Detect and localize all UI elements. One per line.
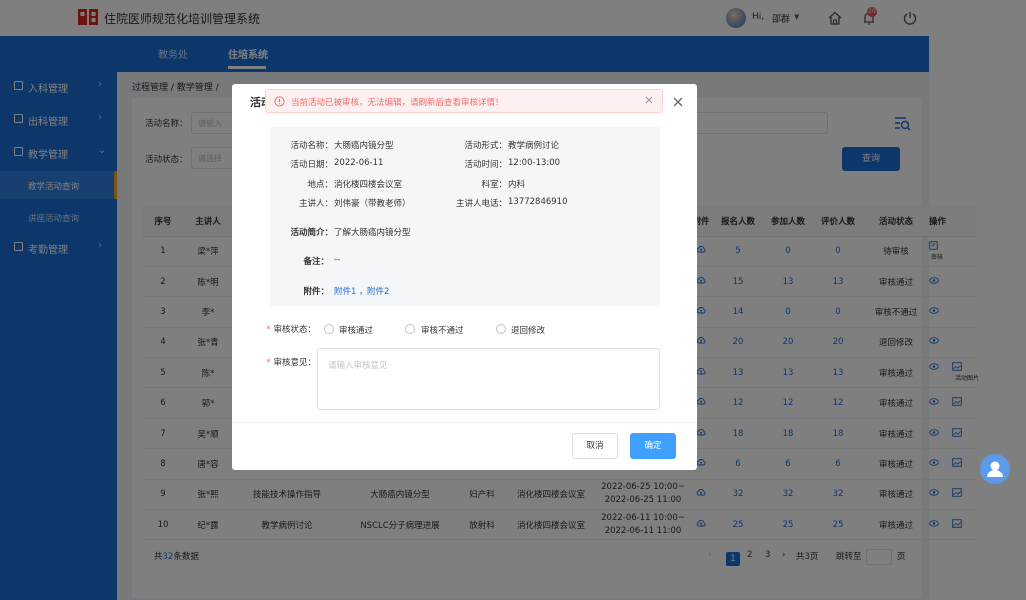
info-value-time: 12:00-13:00 — [508, 158, 561, 168]
review-status-label: * 审核状态： — [266, 325, 316, 335]
radio-approve-label[interactable]: 审核通过 — [339, 324, 373, 336]
info-value-remark: -- — [334, 255, 341, 265]
error-alert: 当前活动已被审核，无法编辑，请刷新后查看审核详情！ — [265, 89, 663, 113]
review-comment-textarea[interactable]: 请输入审核意见 — [317, 348, 660, 410]
info-value-phone: 13772846910 — [508, 197, 568, 207]
info-value-form: 教学病例讨论 — [508, 141, 560, 151]
attachment-link-1[interactable]: 附件1 — [334, 285, 356, 297]
info-key-dept: 科室： — [481, 180, 507, 190]
info-key-time: 活动时间： — [464, 160, 507, 170]
review-status-label-text: 审核状态： — [273, 325, 316, 335]
info-key-remark: 备注： — [303, 257, 329, 267]
info-key-name: 活动名称： — [290, 141, 333, 151]
info-value-speaker: 刘伟豪（带教老师） — [334, 199, 411, 209]
close-icon[interactable] — [672, 96, 684, 108]
alert-message: 当前活动已被审核，无法编辑，请刷新后查看审核详情！ — [291, 98, 504, 108]
radio-return[interactable] — [496, 324, 506, 334]
info-key-phone: 主讲人电话： — [455, 199, 507, 209]
radio-reject-label[interactable]: 审核不通过 — [421, 324, 464, 336]
activity-info-card — [270, 127, 660, 306]
info-key-place: 地点： — [307, 180, 333, 190]
radio-approve[interactable] — [324, 324, 334, 334]
info-value-date: 2022-06-11 — [334, 158, 384, 168]
confirm-button[interactable]: 确定 — [630, 433, 676, 459]
user-icon — [987, 461, 1003, 477]
review-comment-label: * 审核意见： — [266, 358, 316, 368]
radio-return-label[interactable]: 退回修改 — [511, 324, 545, 336]
info-key-intro: 活动简介： — [290, 228, 333, 238]
radio-reject[interactable] — [405, 324, 415, 334]
dialog-divider — [232, 422, 697, 423]
info-key-speaker: 主讲人： — [298, 199, 333, 209]
info-value-dept: 内科 — [508, 180, 526, 190]
info-value-place: 消化楼四楼会议室 — [334, 180, 403, 190]
info-value-name: 大肠癌内镜分型 — [334, 141, 394, 151]
info-key-date: 活动日期： — [290, 160, 333, 170]
info-value-intro: 了解大肠癌内镜分型 — [334, 228, 411, 238]
attachment-link-2[interactable]: 附件2 — [367, 285, 389, 297]
info-key-form: 活动形式： — [464, 141, 507, 151]
floating-user-button[interactable] — [980, 454, 1010, 484]
review-comment-label-text: 审核意见： — [273, 358, 316, 368]
alert-close-icon[interactable] — [644, 95, 654, 105]
warning-circle-icon — [274, 96, 285, 107]
cancel-button[interactable]: 取消 — [572, 433, 618, 459]
info-key-attachments: 附件： — [303, 287, 329, 297]
